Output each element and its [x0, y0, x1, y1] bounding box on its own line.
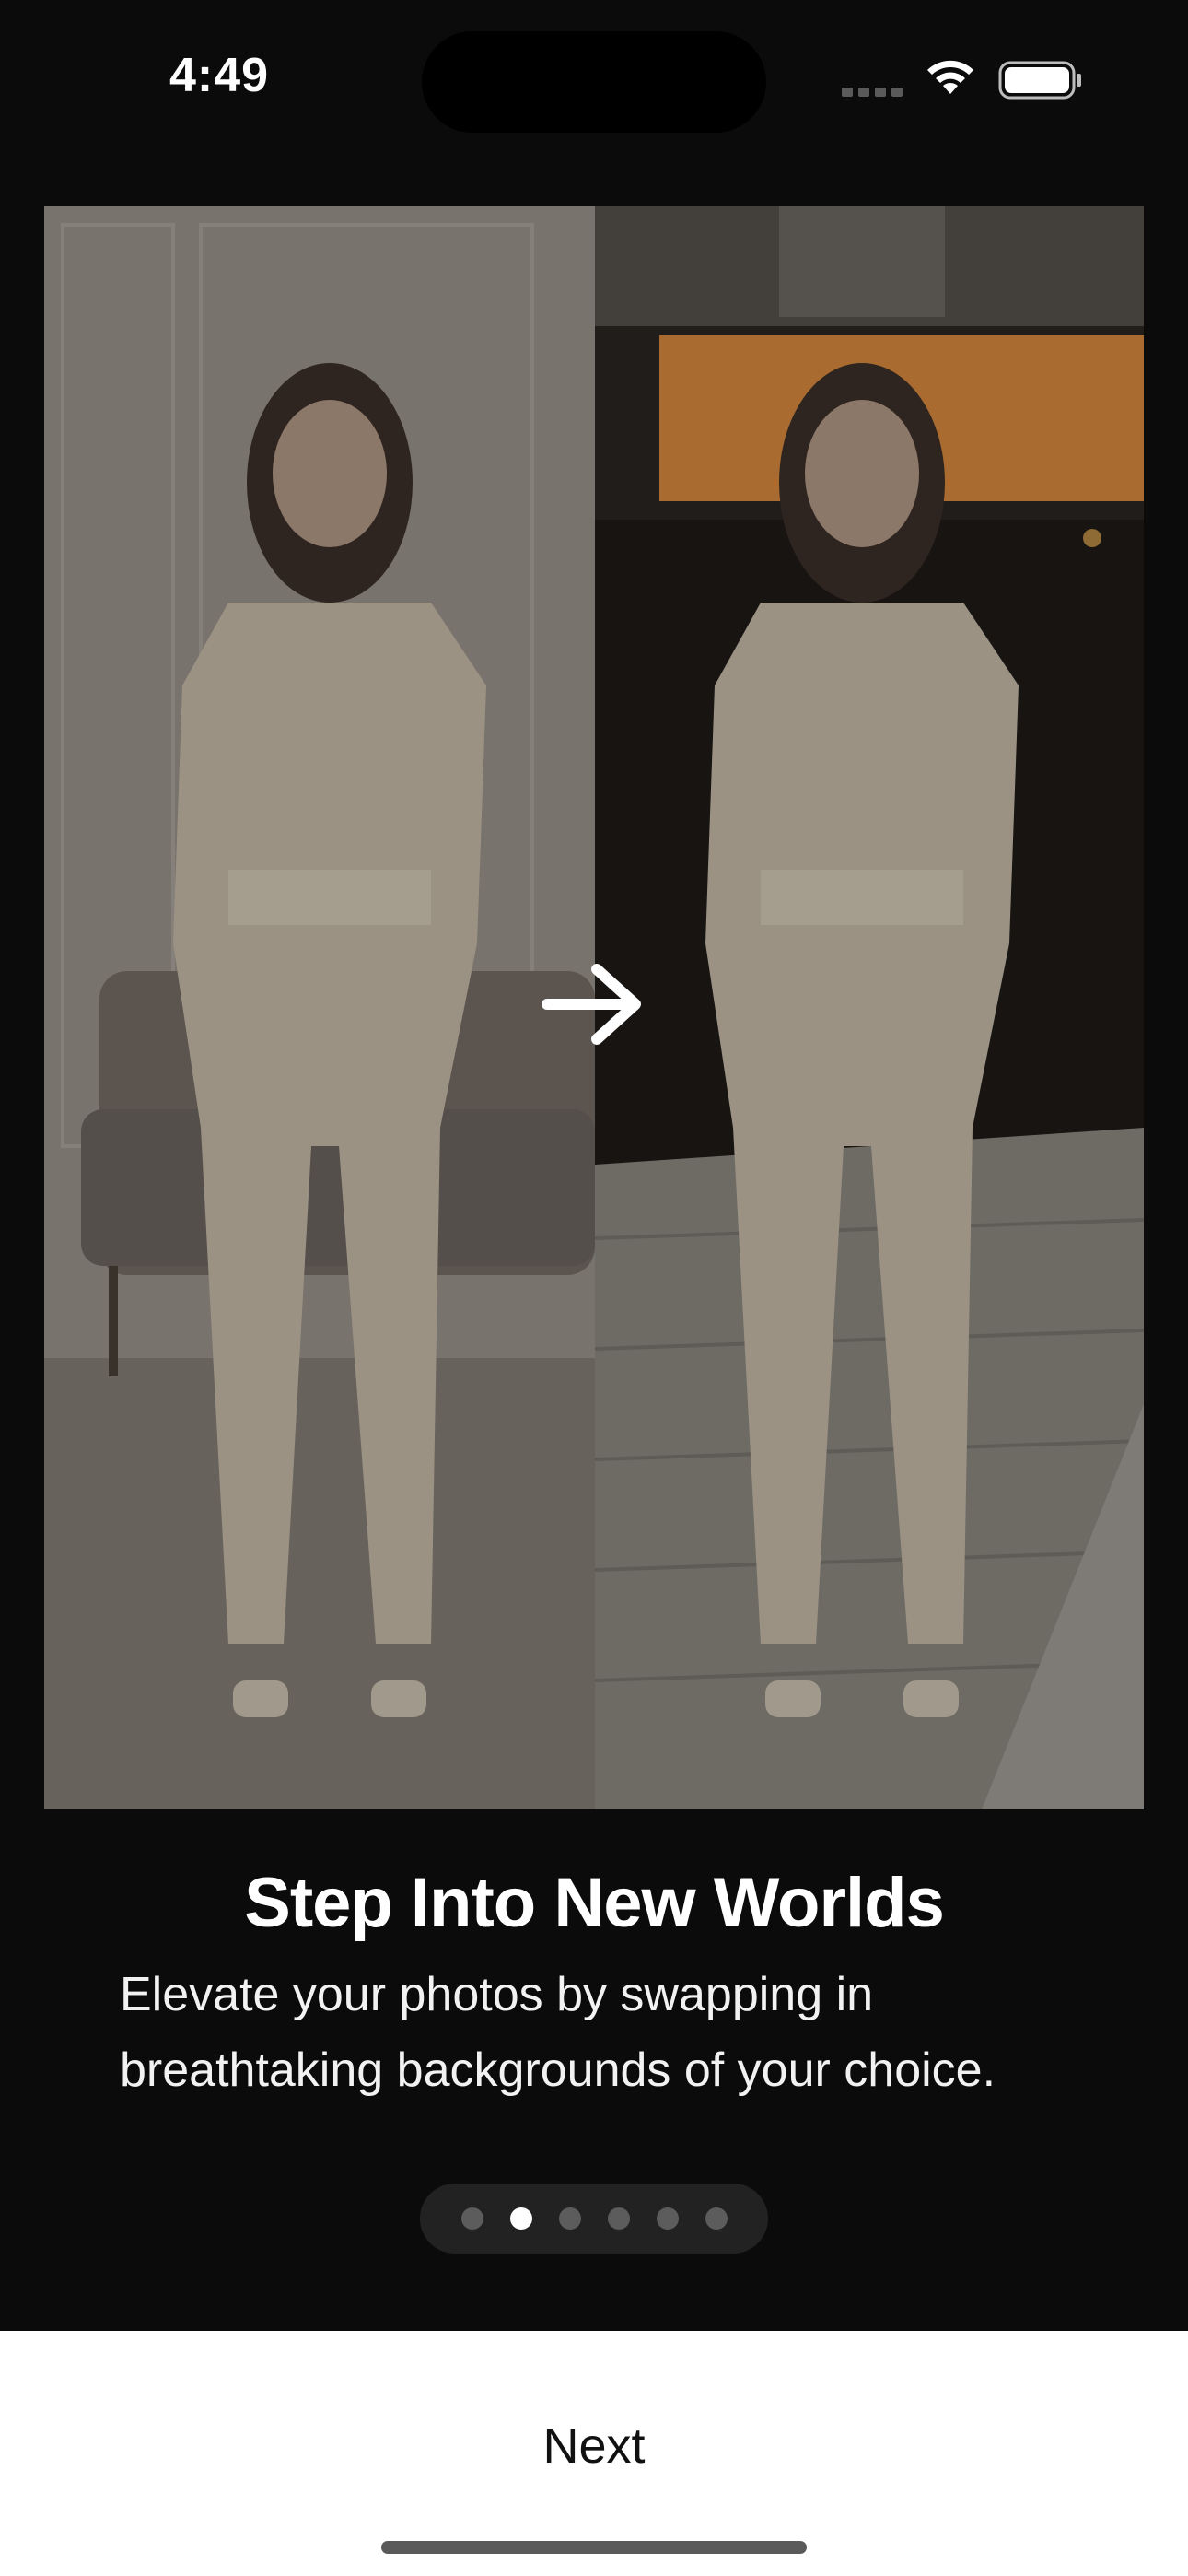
cellular-signal-icon: [842, 85, 908, 101]
wifi-icon: [923, 55, 978, 100]
page-dot[interactable]: [607, 2207, 630, 2230]
dynamic-island: [422, 31, 766, 133]
next-button[interactable]: Next: [0, 2395, 1188, 2497]
arrow-right-icon: [540, 960, 646, 1053]
status-time: 4:49: [169, 49, 270, 102]
page-dot[interactable]: [460, 2207, 483, 2230]
bottom-action-bar: Next: [0, 2331, 1188, 2576]
onboarding-title: Step Into New Worlds: [244, 1864, 945, 1942]
page-dot[interactable]: [656, 2207, 679, 2230]
before-after-comparison: [44, 206, 1144, 1809]
onboarding-description: Elevate your photos by swapping in breat…: [120, 1968, 996, 2097]
home-indicator: [381, 2541, 807, 2554]
page-dot[interactable]: [558, 2207, 581, 2230]
original-photo: [44, 206, 595, 1809]
page-indicator[interactable]: [420, 2184, 768, 2254]
page-dot-active[interactable]: [509, 2207, 532, 2230]
new-background-photo: [595, 206, 1144, 1809]
battery-icon: [998, 61, 1083, 104]
page-dot[interactable]: [705, 2207, 728, 2230]
